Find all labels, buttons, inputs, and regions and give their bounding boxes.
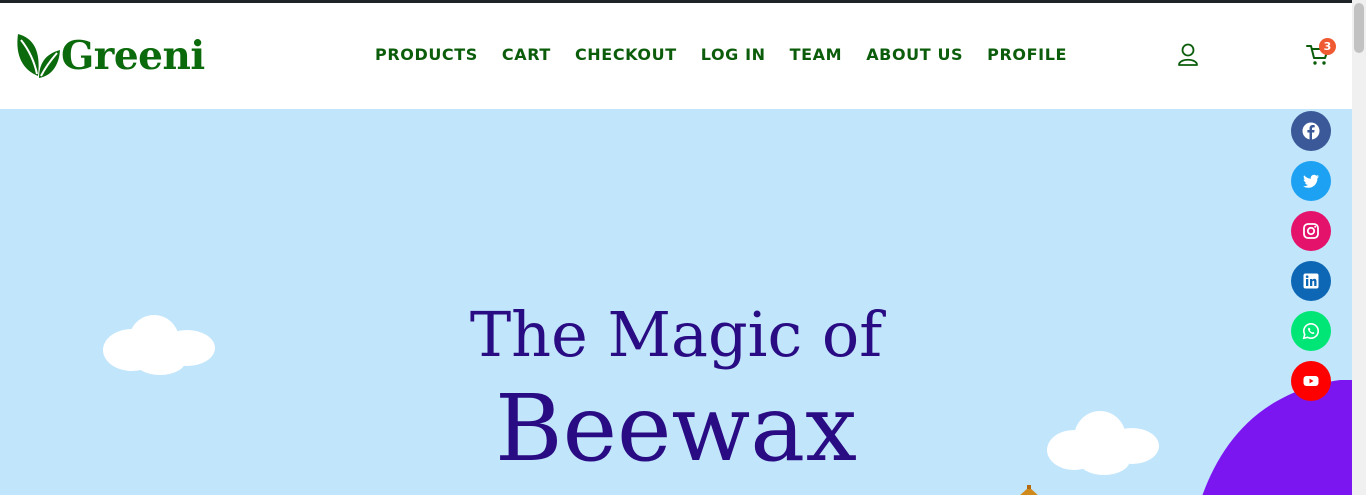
brand-name: Greeni [61, 32, 205, 79]
instagram-icon [1303, 223, 1319, 239]
linkedin-icon [1303, 273, 1319, 289]
scrollbar-thumb[interactable] [1354, 3, 1364, 53]
nav-profile[interactable]: PROFILE [987, 45, 1067, 65]
instagram-link[interactable] [1291, 211, 1331, 251]
nav-checkout[interactable]: CHECKOUT [575, 45, 677, 65]
site-header: Greeni PRODUCTS CART CHECKOUT LOG IN TEA… [0, 3, 1352, 109]
leaf-logo-icon [17, 34, 60, 78]
facebook-icon [1302, 122, 1320, 140]
hero-banner: The Magic of Beewax [0, 109, 1352, 495]
hero-title-line1: The Magic of [469, 298, 883, 371]
youtube-link[interactable] [1291, 361, 1331, 401]
twitter-icon [1303, 174, 1319, 188]
brand-logo[interactable]: Greeni [15, 32, 205, 80]
nav-about-us[interactable]: ABOUT US [866, 45, 963, 65]
facebook-link[interactable] [1291, 111, 1331, 151]
nav-products[interactable]: PRODUCTS [375, 45, 478, 65]
bee-hat-sprite [1020, 485, 1038, 495]
main-nav: PRODUCTS CART CHECKOUT LOG IN TEAM ABOUT… [375, 45, 1067, 65]
nav-team[interactable]: TEAM [790, 45, 843, 65]
linkedin-link[interactable] [1291, 261, 1331, 301]
hero-title-line2: Beewax [495, 375, 857, 482]
nav-login[interactable]: LOG IN [701, 45, 766, 65]
cart-count-badge: 3 [1319, 38, 1336, 55]
youtube-icon [1303, 376, 1319, 386]
page-scrollbar[interactable] [1352, 0, 1366, 495]
nav-cart[interactable]: CART [502, 45, 551, 65]
whatsapp-link[interactable] [1291, 311, 1331, 351]
twitter-link[interactable] [1291, 161, 1331, 201]
user-icon[interactable] [1177, 43, 1199, 67]
whatsapp-icon [1302, 322, 1320, 340]
